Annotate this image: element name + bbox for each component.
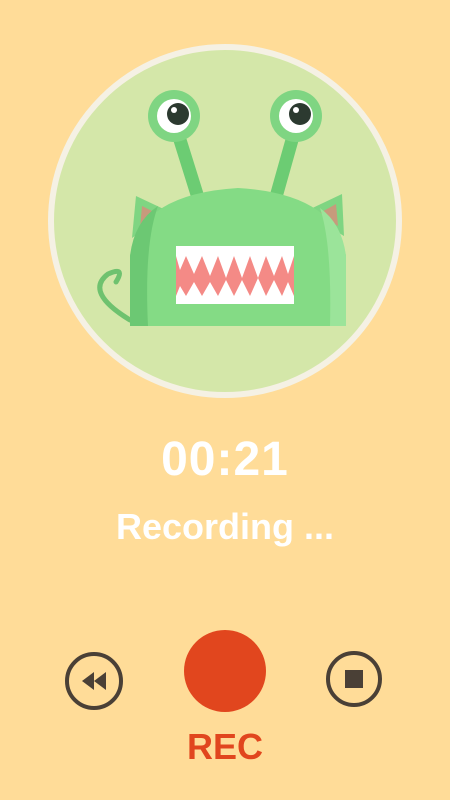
recording-timer: 00:21 <box>161 433 289 486</box>
rewind-button[interactable] <box>65 652 123 710</box>
avatar-circle <box>48 44 402 398</box>
rewind-icon <box>82 672 106 690</box>
green-monster-icon <box>97 90 346 326</box>
stop-button[interactable] <box>326 651 382 707</box>
recording-status: Recording ... <box>115 506 335 547</box>
rec-label: REC <box>186 726 263 767</box>
record-button[interactable] <box>184 630 266 712</box>
stop-icon <box>345 670 363 688</box>
